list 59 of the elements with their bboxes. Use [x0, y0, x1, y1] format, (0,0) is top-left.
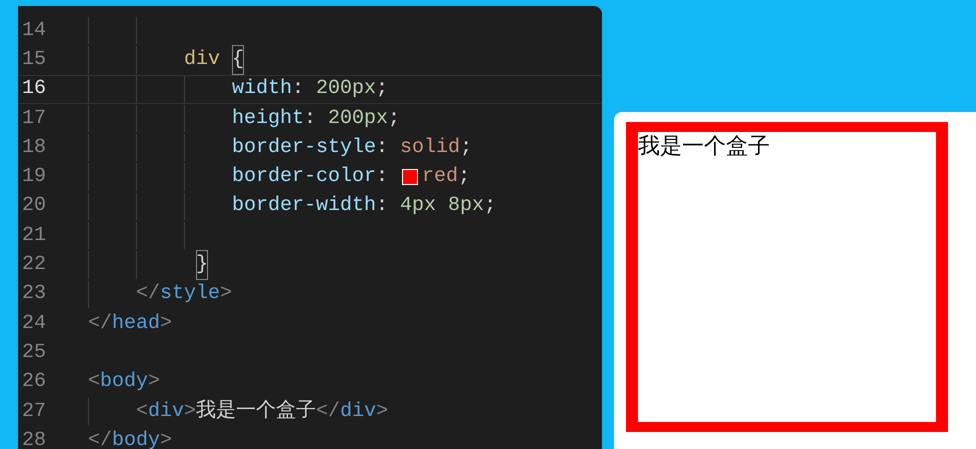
line-number: 27: [21, 398, 48, 425]
code-token: >: [148, 369, 160, 396]
code-token: solid: [400, 134, 460, 161]
code-token: style: [160, 281, 220, 308]
code-token: 200px: [328, 106, 388, 132]
box-text: 我是一个盒子: [638, 132, 770, 160]
code-token: border-style: [232, 134, 376, 161]
code-token: >: [160, 428, 172, 449]
code-token: :: [304, 106, 318, 132]
line-number: 14: [21, 18, 48, 44]
line-number: 21: [21, 222, 48, 249]
code-token: border-width: [232, 193, 376, 220]
line-number: 28: [21, 428, 48, 449]
code-token: ;: [376, 76, 388, 102]
code-token: ;: [484, 193, 496, 220]
code-token: </: [88, 310, 112, 337]
code-token: height: [232, 106, 304, 132]
code-token: div: [148, 398, 184, 425]
code-token: body: [100, 369, 148, 396]
code-token: div: [184, 46, 220, 73]
code-token: border-color: [232, 164, 376, 190]
line-number: 25: [21, 340, 48, 366]
code-token: >: [160, 310, 172, 337]
code-token: :: [292, 76, 306, 102]
code-token: :: [376, 164, 390, 190]
code-token: >: [184, 398, 196, 425]
line-number: 18: [21, 134, 48, 161]
code-token: :: [376, 193, 390, 220]
color-swatch-icon[interactable]: [402, 169, 418, 186]
code-token: div: [340, 398, 376, 425]
line-number: 19: [21, 164, 48, 190]
code-token: width: [232, 76, 292, 102]
code-token: 我是一个盒子: [196, 398, 316, 425]
code-token: </: [88, 428, 112, 449]
code-token: 200px: [316, 76, 376, 102]
code-token: ;: [388, 106, 400, 132]
code-token: ;: [458, 164, 470, 190]
code-token: </: [136, 281, 160, 308]
matched-bracket: {: [232, 44, 244, 75]
line-number: 23: [21, 281, 48, 308]
line-number: 15: [21, 46, 48, 73]
code-token: head: [112, 310, 160, 337]
code-token: body: [112, 428, 160, 449]
code-token: >: [220, 281, 232, 308]
line-number: 22: [21, 252, 48, 278]
code-token: <: [136, 398, 148, 425]
matched-bracket: }: [196, 250, 208, 280]
code-token: ;: [460, 134, 472, 161]
code-token: red: [422, 164, 458, 190]
code-token: 4px 8px: [400, 193, 484, 220]
code-token: :: [376, 134, 390, 161]
line-number: 20: [21, 193, 48, 220]
code-token: <: [88, 369, 100, 396]
line-number: 26: [21, 369, 48, 396]
code-token: >: [376, 398, 388, 425]
line-number: 16: [21, 76, 48, 102]
line-number: 17: [21, 106, 48, 132]
line-number: 24: [21, 310, 48, 337]
code-token: </: [316, 398, 340, 425]
